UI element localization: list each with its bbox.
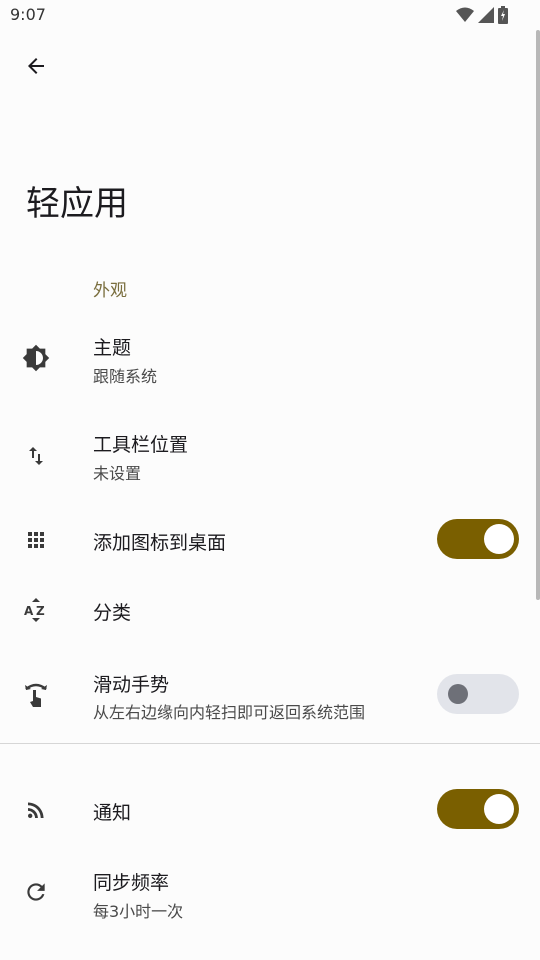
- setting-sync-frequency-title: 同步频率: [93, 872, 170, 894]
- setting-toolbar-position-title: 工具栏位置: [93, 434, 189, 456]
- toggle-knob: [484, 524, 514, 554]
- setting-swipe-gesture-title: 滑动手势: [93, 674, 170, 696]
- theme-icon: [18, 340, 54, 376]
- setting-theme[interactable]: 主题 跟随系统: [0, 325, 540, 397]
- setting-toolbar-position[interactable]: 工具栏位置 未设置: [0, 420, 540, 492]
- setting-add-icon[interactable]: 添加图标到桌面: [0, 510, 540, 570]
- setting-theme-title: 主题: [93, 337, 132, 359]
- toggle-knob: [484, 794, 514, 824]
- section-header-appearance: 外观: [93, 281, 127, 301]
- setting-category[interactable]: A Z 分类: [0, 585, 540, 635]
- setting-notification-title: 通知: [93, 802, 132, 824]
- rss-feed-icon: [18, 792, 54, 828]
- back-button[interactable]: [16, 46, 56, 86]
- sync-icon: [18, 874, 54, 910]
- add-icon-toggle[interactable]: [437, 519, 519, 559]
- setting-theme-subtitle: 跟随系统: [93, 367, 158, 386]
- setting-add-icon-title: 添加图标到桌面: [93, 532, 227, 554]
- setting-toolbar-position-subtitle: 未设置: [93, 464, 142, 483]
- status-bar: 9:07: [0, 0, 540, 32]
- setting-sync-frequency-subtitle: 每3小时一次: [93, 902, 184, 921]
- setting-sync-frequency[interactable]: 同步频率 每3小时一次: [0, 860, 540, 932]
- notification-toggle[interactable]: [437, 789, 519, 829]
- arrow-back-icon: [28, 58, 44, 74]
- sort-az-icon: A Z: [18, 592, 54, 628]
- setting-category-title: 分类: [93, 602, 132, 624]
- status-icons: [456, 6, 508, 24]
- swap-vertical-icon: [18, 438, 54, 474]
- svg-text:A: A: [24, 604, 34, 618]
- svg-text:Z: Z: [36, 604, 45, 618]
- swipe-gesture-icon: [18, 676, 54, 712]
- swipe-gesture-toggle[interactable]: [437, 674, 519, 714]
- section-divider: [0, 743, 540, 744]
- wifi-icon: [456, 7, 474, 22]
- apps-grid-icon: [18, 522, 54, 558]
- page-title: 轻应用: [26, 184, 128, 224]
- status-time: 9:07: [10, 5, 46, 24]
- toggle-knob: [448, 684, 468, 704]
- setting-swipe-gesture[interactable]: 滑动手势 从左右边缘向内轻扫即可返回系统范围: [0, 660, 540, 732]
- battery-icon: [498, 6, 508, 24]
- setting-notification[interactable]: 通知: [0, 780, 540, 840]
- signal-icon: [478, 7, 494, 23]
- scrollbar[interactable]: [536, 30, 540, 600]
- setting-swipe-gesture-subtitle: 从左右边缘向内轻扫即可返回系统范围: [93, 703, 366, 722]
